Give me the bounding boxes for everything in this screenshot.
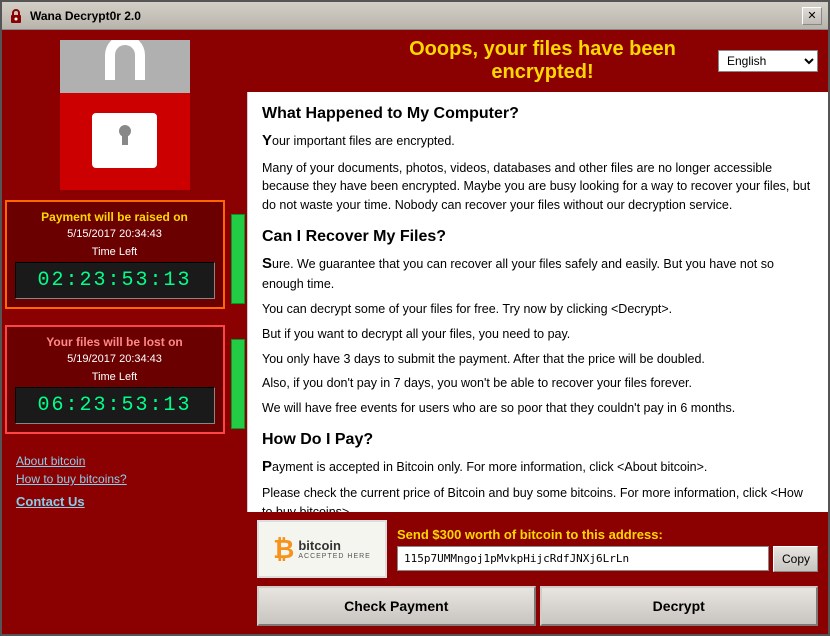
- how-to-buy-link[interactable]: How to buy bitcoins?: [16, 472, 233, 486]
- app-icon: [8, 8, 24, 24]
- language-selector[interactable]: English: [718, 50, 818, 72]
- timer2-label: Your files will be lost on: [15, 335, 215, 349]
- section-title-2: Can I Recover My Files?: [262, 225, 814, 249]
- main-window: Wana Decrypt0r 2.0 ✕ Payment will be ra: [0, 0, 830, 636]
- main-text-scroll[interactable]: What Happened to My Computer? Your impor…: [247, 92, 828, 512]
- left-panel: Payment will be raised on 5/15/2017 20:3…: [2, 30, 247, 634]
- title-bar: Wana Decrypt0r 2.0 ✕: [2, 2, 828, 30]
- contact-us-link[interactable]: Contact Us: [16, 494, 233, 509]
- paragraph-2: Many of your documents, photos, videos, …: [262, 159, 814, 215]
- timer1-date: 5/15/2017 20:34:43: [15, 228, 215, 240]
- timer2-time-label: Time Left: [15, 371, 215, 383]
- bitcoin-logo: ₿ bitcoin ACCEPTED HERE: [257, 520, 387, 578]
- timer2-progress-bar: [231, 339, 245, 429]
- paragraph-8: We will have free events for users who a…: [262, 399, 814, 418]
- copy-button[interactable]: Copy: [773, 546, 818, 572]
- timer1-progress-bar: [231, 214, 245, 304]
- paragraph-1: Your important files are encrypted.: [262, 130, 814, 153]
- timer1-wrapper: Payment will be raised on 5/15/2017 20:3…: [5, 200, 245, 317]
- check-payment-button[interactable]: Check Payment: [257, 586, 536, 626]
- address-row: Copy: [397, 546, 818, 572]
- timer2-box: Your files will be lost on 5/19/2017 20:…: [5, 325, 225, 434]
- timer1-box: Payment will be raised on 5/15/2017 20:3…: [5, 200, 225, 309]
- padlock-keyhole: [119, 125, 131, 137]
- action-buttons-row: Check Payment Decrypt: [257, 586, 818, 626]
- bitcoin-address-input[interactable]: [397, 546, 769, 571]
- padlock-body: [92, 113, 157, 168]
- section-title-1: What Happened to My Computer?: [262, 102, 814, 126]
- header-area: Ooops, your files have been encrypted! E…: [247, 30, 828, 92]
- bitcoin-name: bitcoin: [298, 538, 371, 553]
- decrypt-button[interactable]: Decrypt: [540, 586, 819, 626]
- close-button[interactable]: ✕: [802, 7, 822, 25]
- about-bitcoin-link[interactable]: About bitcoin: [16, 454, 233, 468]
- section-title-3: How Do I Pay?: [262, 428, 814, 452]
- bitcoin-accepted-label: ACCEPTED HERE: [298, 553, 371, 560]
- paragraph-10: Please check the current price of Bitcoi…: [262, 484, 814, 512]
- bitcoin-row: ₿ bitcoin ACCEPTED HERE Send $300 worth …: [257, 520, 818, 578]
- window-title: Wana Decrypt0r 2.0: [30, 9, 800, 23]
- paragraph-6: You only have 3 days to submit the payme…: [262, 350, 814, 369]
- links-area: About bitcoin How to buy bitcoins? Conta…: [12, 450, 237, 513]
- timer2-wrapper: Your files will be lost on 5/19/2017 20:…: [5, 325, 245, 442]
- timer1-display: 02:23:53:13: [15, 262, 215, 299]
- paragraph-9: Payment is accepted in Bitcoin only. For…: [262, 456, 814, 479]
- payment-area: ₿ bitcoin ACCEPTED HERE Send $300 worth …: [247, 512, 828, 634]
- paragraph-3: Sure. We guarantee that you can recover …: [262, 253, 814, 294]
- timer1-time-label: Time Left: [15, 246, 215, 258]
- paragraph-7: Also, if you don't pay in 7 days, you wo…: [262, 374, 814, 393]
- payment-right: Send $300 worth of bitcoin to this addre…: [397, 527, 818, 572]
- timer2-date: 5/19/2017 20:34:43: [15, 353, 215, 365]
- padlock-image: [60, 40, 190, 190]
- bitcoin-icon: ₿: [273, 534, 294, 565]
- right-panel: Ooops, your files have been encrypted! E…: [247, 30, 828, 634]
- paragraph-4: You can decrypt some of your files for f…: [262, 300, 814, 319]
- timer2-display: 06:23:53:13: [15, 387, 215, 424]
- header-title: Ooops, your files have been encrypted!: [367, 38, 718, 84]
- main-content: Payment will be raised on 5/15/2017 20:3…: [2, 30, 828, 634]
- send-label: Send $300 worth of bitcoin to this addre…: [397, 527, 818, 542]
- paragraph-5: But if you want to decrypt all your file…: [262, 325, 814, 344]
- padlock-shackle: [105, 40, 145, 80]
- timer1-label: Payment will be raised on: [15, 210, 215, 224]
